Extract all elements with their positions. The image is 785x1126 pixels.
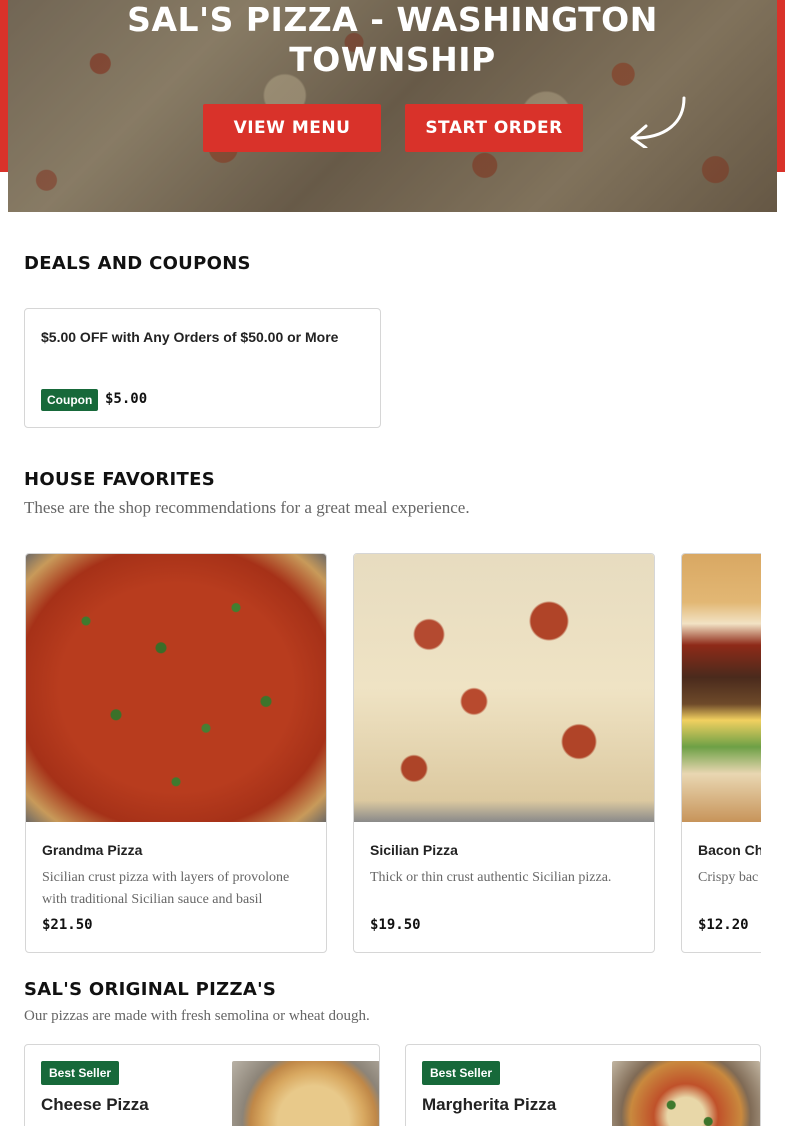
margherita-pizza-image: [612, 1061, 760, 1126]
menu-item-price: $19.50: [370, 917, 421, 933]
menu-item-card[interactable]: Bacon Ch Crispy bac $12.20: [681, 553, 761, 953]
page-title: SAL'S PIZZA - WASHINGTON TOWNSHIP: [0, 0, 785, 80]
curved-arrow-left-icon: [630, 96, 686, 148]
grandma-pizza-image: [26, 554, 326, 822]
menu-item-name: Bacon Ch: [698, 842, 761, 858]
menu-item-name: Grandma Pizza: [42, 842, 143, 858]
best-seller-badge: Best Seller: [41, 1061, 120, 1085]
menu-item-price: $12.20: [698, 917, 749, 933]
page-title-line-2: TOWNSHIP: [289, 40, 496, 79]
menu-item-card[interactable]: Best Seller Margherita Pizza: [405, 1044, 761, 1126]
menu-item-price: $21.50: [42, 917, 93, 933]
favorites-subtitle: These are the shop recommendations for a…: [24, 498, 470, 517]
coupon-card[interactable]: $5.00 OFF with Any Orders of $50.00 or M…: [24, 308, 381, 428]
deals-heading: DEALS AND COUPONS: [24, 253, 251, 274]
best-seller-badge: Best Seller: [422, 1061, 501, 1085]
sicilian-pizza-image: [354, 554, 654, 822]
menu-item-name: Margherita Pizza: [422, 1095, 557, 1114]
originals-subtitle: Our pizzas are made with fresh semolina …: [24, 1008, 370, 1024]
coupon-badge: Coupon: [41, 389, 99, 411]
cheese-pizza-image: [232, 1061, 379, 1126]
coupon-description: $5.00 OFF with Any Orders of $50.00 or M…: [41, 329, 339, 345]
page-title-line-1: SAL'S PIZZA - WASHINGTON: [127, 0, 658, 39]
start-order-button[interactable]: START ORDER: [405, 104, 583, 152]
menu-item-name: Cheese Pizza: [41, 1095, 149, 1114]
menu-item-card[interactable]: Best Seller Cheese Pizza: [24, 1044, 380, 1126]
menu-item-description: Thick or thin crust authentic Sicilian p…: [370, 870, 612, 885]
bacon-cheeseburger-image: [682, 554, 761, 822]
favorites-heading: HOUSE FAVORITES: [24, 469, 215, 490]
favorites-carousel[interactable]: Grandma Pizza Sicilian crust pizza with …: [25, 553, 761, 953]
menu-item-card[interactable]: Sicilian Pizza Thick or thin crust authe…: [353, 553, 655, 953]
menu-item-description: Sicilian crust pizza with layers of prov…: [42, 870, 290, 907]
view-menu-button[interactable]: VIEW MENU: [203, 104, 381, 152]
menu-item-name: Sicilian Pizza: [370, 842, 458, 858]
originals-heading: SAL'S ORIGINAL PIZZA'S: [24, 979, 277, 1000]
menu-item-card[interactable]: Grandma Pizza Sicilian crust pizza with …: [25, 553, 327, 953]
coupon-amount: $5.00: [105, 391, 148, 407]
menu-item-description: Crispy bac: [698, 870, 759, 885]
